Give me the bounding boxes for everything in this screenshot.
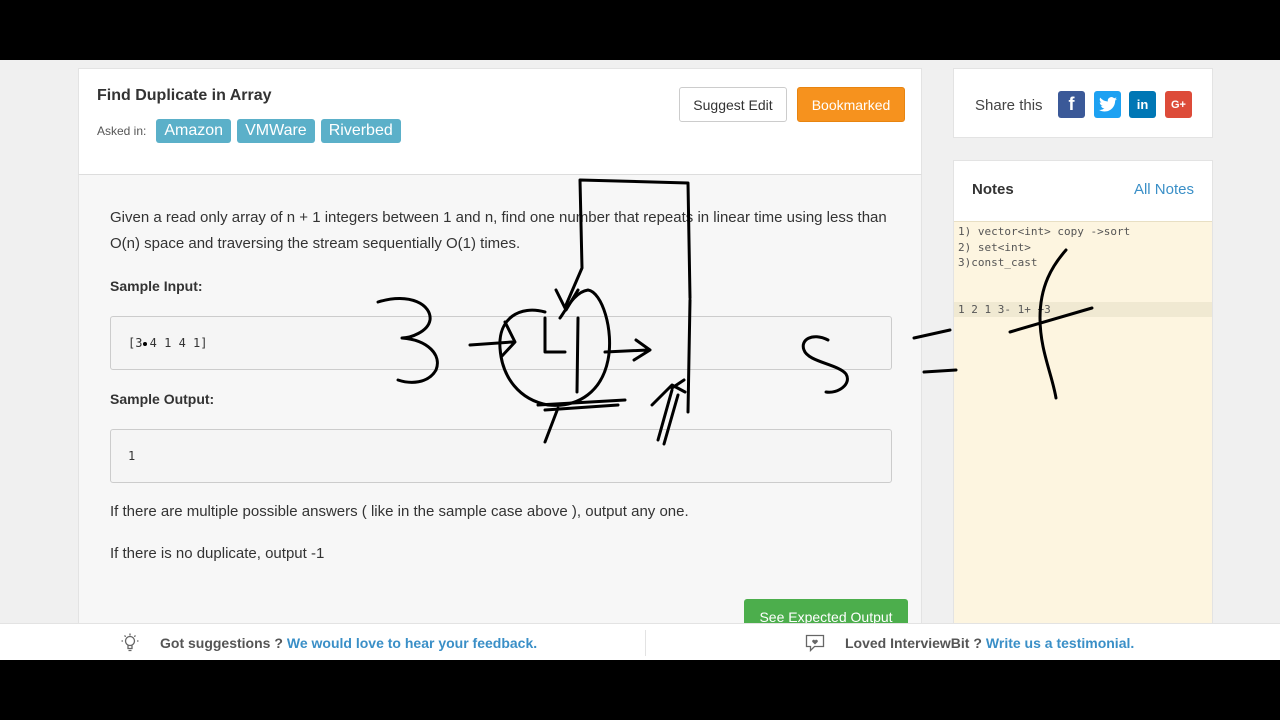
google-plus-icon[interactable]: G+ bbox=[1165, 91, 1192, 118]
suggestions-text: Got suggestions ? bbox=[160, 634, 283, 651]
feedback-link[interactable]: We would love to hear your feedback. bbox=[287, 635, 537, 651]
notes-title: Notes bbox=[972, 181, 1014, 198]
footer-divider bbox=[645, 630, 646, 656]
sample-output-box: 1 bbox=[110, 429, 892, 483]
note-line-active: 1 2 1 3- 1+ +3 bbox=[954, 301, 1212, 317]
company-tag-vmware[interactable]: VMWare bbox=[237, 119, 315, 143]
all-notes-link[interactable]: All Notes bbox=[1134, 181, 1194, 198]
note-line: 1) vector<int> copy ->sort bbox=[958, 225, 1131, 238]
note-line bbox=[958, 271, 1208, 287]
problem-description: Given a read only array of n + 1 integer… bbox=[110, 209, 887, 252]
suggest-edit-button[interactable]: Suggest Edit bbox=[679, 87, 787, 122]
twitter-icon[interactable] bbox=[1094, 91, 1121, 118]
sample-input-value: [3 4 1 4 1] bbox=[128, 336, 208, 350]
problem-title: Find Duplicate in Array bbox=[97, 87, 272, 104]
testimonial-section: Loved InterviewBit ? Write us a testimon… bbox=[805, 624, 1134, 660]
suggestions-section: Got suggestions ? We would love to hear … bbox=[120, 624, 537, 660]
note-line: 3)const_cast bbox=[958, 256, 1038, 269]
bookmarked-button[interactable]: Bookmarked bbox=[797, 87, 905, 122]
lightbulb-icon bbox=[120, 633, 140, 653]
facebook-icon[interactable]: f bbox=[1058, 91, 1085, 118]
share-label: Share this bbox=[975, 97, 1043, 114]
problem-header: Find Duplicate in Array Asked in: Amazon… bbox=[78, 68, 922, 176]
company-tag-riverbed[interactable]: Riverbed bbox=[320, 119, 401, 143]
linkedin-icon[interactable]: in bbox=[1129, 91, 1156, 118]
notes-card: Notes All Notes 1) vector<int> copy ->so… bbox=[953, 160, 1213, 660]
feedback-bar: Got suggestions ? We would love to hear … bbox=[0, 623, 1280, 660]
note-line bbox=[958, 286, 1208, 302]
company-tag-amazon[interactable]: Amazon bbox=[156, 119, 232, 143]
app-screen: Find Duplicate in Array Asked in: Amazon… bbox=[0, 60, 1280, 660]
problem-body: Given a read only array of n + 1 integer… bbox=[78, 174, 922, 660]
share-card: Share this f in G+ bbox=[953, 68, 1213, 138]
testimonial-link[interactable]: Write us a testimonial. bbox=[986, 635, 1134, 651]
notes-editor[interactable]: 1) vector<int> copy ->sort 2) set<int> 3… bbox=[954, 221, 1212, 660]
note-multiple-answers: If there are multiple possible answers (… bbox=[110, 503, 689, 520]
note-line: 2) set<int> bbox=[958, 240, 1031, 254]
heart-chat-icon bbox=[805, 633, 825, 653]
asked-in-label: Asked in: bbox=[97, 124, 147, 138]
note-no-duplicate: If there is no duplicate, output -1 bbox=[110, 545, 325, 562]
sample-input-box: [3 4 1 4 1] bbox=[110, 316, 892, 370]
asked-in-row: Asked in: Amazon VMWare Riverbed bbox=[97, 119, 401, 143]
testimonial-text: Loved InterviewBit ? bbox=[845, 634, 982, 651]
sample-input-label: Sample Input: bbox=[110, 278, 203, 294]
sample-output-value: 1 bbox=[128, 449, 136, 463]
sample-output-label: Sample Output: bbox=[110, 391, 215, 407]
